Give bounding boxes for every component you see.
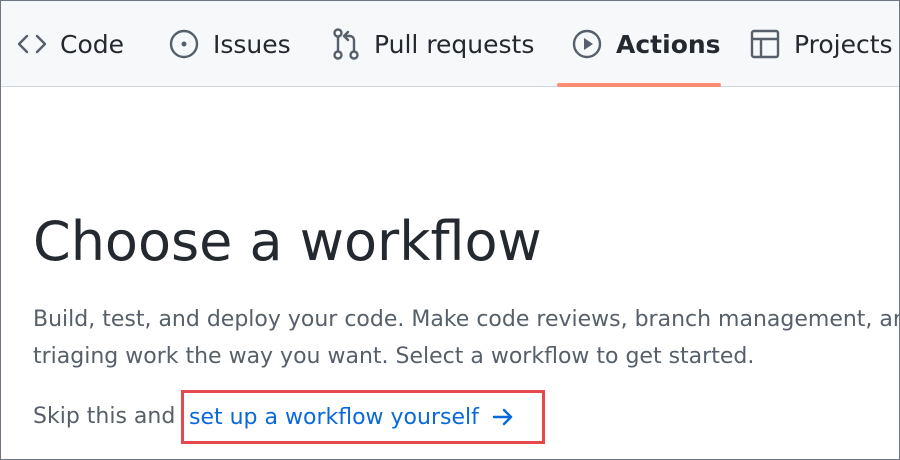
tab-actions[interactable]: Actions	[571, 1, 721, 87]
play-icon	[571, 28, 603, 60]
tab-pull-requests[interactable]: Pull requests	[331, 1, 534, 87]
tab-projects-label: Projects	[794, 29, 893, 59]
active-tab-indicator	[557, 83, 721, 87]
code-icon	[17, 32, 47, 56]
tab-issues-label: Issues	[213, 29, 291, 59]
page-title: Choose a workflow	[33, 210, 542, 273]
table-icon	[749, 28, 781, 60]
repo-tab-nav: Code Issues Pull requests Actions Projec…	[1, 1, 899, 87]
setup-workflow-yourself-link[interactable]: set up a workflow yourself	[181, 390, 545, 444]
tab-projects[interactable]: Projects	[749, 1, 893, 87]
git-pull-request-icon	[331, 28, 361, 60]
tab-pull-requests-label: Pull requests	[374, 29, 535, 59]
setup-workflow-link-label: set up a workflow yourself	[189, 404, 479, 430]
github-actions-page: Code Issues Pull requests Actions Projec…	[0, 0, 900, 460]
skip-text: Skip this and	[33, 404, 176, 429]
tab-code-label: Code	[60, 29, 125, 59]
tab-code[interactable]: Code	[17, 1, 124, 87]
arrow-right-icon	[491, 405, 515, 429]
tab-actions-label: Actions	[616, 29, 721, 59]
tab-issues[interactable]: Issues	[168, 1, 291, 87]
issue-opened-icon	[168, 28, 200, 60]
page-description: Build, test, and deploy your code. Make …	[33, 307, 900, 369]
